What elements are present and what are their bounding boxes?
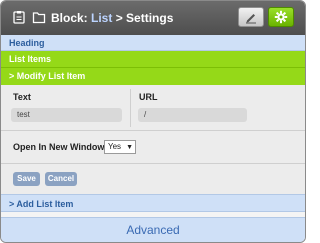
section-heading[interactable]: Heading — [1, 35, 305, 51]
title-prefix: Block: — [51, 11, 92, 25]
url-label: URL — [139, 92, 158, 102]
edit-button[interactable] — [238, 7, 264, 27]
section-modify-list-item[interactable]: > Modify List Item — [1, 68, 305, 85]
cancel-button[interactable]: Cancel — [45, 172, 77, 186]
dropdown-arrow-icon: ▼ — [126, 144, 133, 151]
section-add-list-item[interactable]: > Add List Item — [1, 194, 305, 212]
divider — [1, 130, 305, 131]
advanced-button[interactable]: Advanced — [1, 217, 305, 242]
title-suffix: > Settings — [112, 11, 174, 25]
text-input[interactable]: test — [11, 108, 122, 122]
window-title: Block: List > Settings — [51, 11, 173, 25]
open-new-window-value: Yes — [108, 142, 122, 151]
title-bar: Block: List > Settings — [1, 1, 305, 36]
divider — [1, 163, 305, 164]
open-new-window-select[interactable]: Yes ▼ — [104, 140, 136, 154]
open-new-window-label: Open In New Window — [13, 142, 105, 152]
save-button[interactable]: Save — [13, 172, 40, 186]
gear-icon — [274, 10, 288, 24]
text-label: Text — [13, 92, 31, 102]
folder-icon — [32, 12, 46, 24]
section-list-items[interactable]: List Items — [1, 51, 305, 68]
column-divider — [130, 89, 131, 127]
title-block-link[interactable]: List — [91, 11, 112, 25]
pencil-icon — [246, 14, 256, 24]
block-settings-window: Block: List > Settings Heading List Item… — [0, 0, 306, 243]
url-input[interactable]: / — [138, 108, 247, 122]
clipboard-icon — [13, 11, 25, 24]
settings-button[interactable] — [268, 7, 294, 27]
